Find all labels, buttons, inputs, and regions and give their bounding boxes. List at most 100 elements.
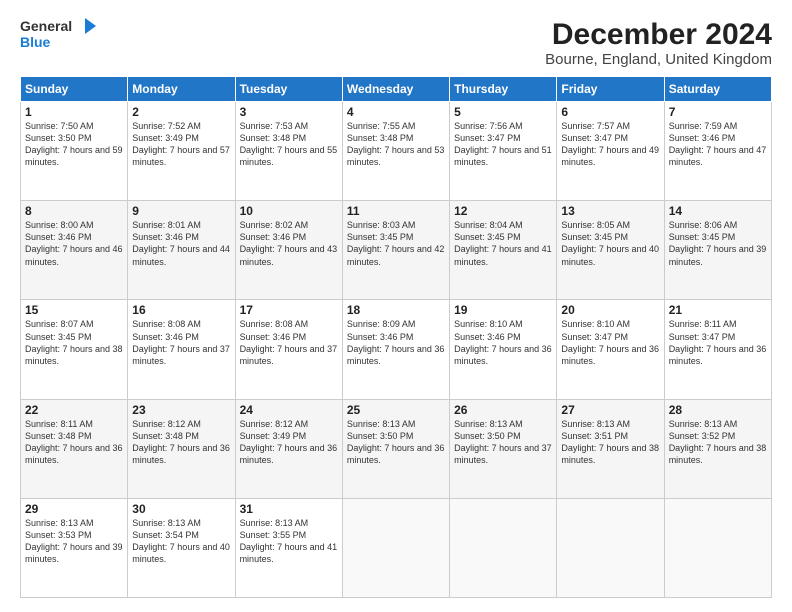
cell-info: Sunrise: 8:03 AMSunset: 3:45 PMDaylight:… xyxy=(347,219,445,268)
col-friday: Friday xyxy=(557,77,664,102)
day-number: 2 xyxy=(132,105,230,119)
cell-w1-d1: 1 Sunrise: 7:50 AMSunset: 3:50 PMDayligh… xyxy=(21,102,128,201)
cell-w1-d2: 2 Sunrise: 7:52 AMSunset: 3:49 PMDayligh… xyxy=(128,102,235,201)
day-number: 23 xyxy=(132,403,230,417)
calendar-table: Sunday Monday Tuesday Wednesday Thursday… xyxy=(20,76,772,598)
cell-info: Sunrise: 8:06 AMSunset: 3:45 PMDaylight:… xyxy=(669,219,767,268)
col-monday: Monday xyxy=(128,77,235,102)
cell-info: Sunrise: 8:12 AMSunset: 3:48 PMDaylight:… xyxy=(132,418,230,467)
cell-w4-d5: 26 Sunrise: 8:13 AMSunset: 3:50 PMDaylig… xyxy=(450,399,557,498)
cell-w3-d5: 19 Sunrise: 8:10 AMSunset: 3:46 PMDaylig… xyxy=(450,300,557,399)
cell-w2-d7: 14 Sunrise: 8:06 AMSunset: 3:45 PMDaylig… xyxy=(664,201,771,300)
cell-w2-d6: 13 Sunrise: 8:05 AMSunset: 3:45 PMDaylig… xyxy=(557,201,664,300)
cell-w2-d4: 11 Sunrise: 8:03 AMSunset: 3:45 PMDaylig… xyxy=(342,201,449,300)
cell-info: Sunrise: 8:11 AMSunset: 3:48 PMDaylight:… xyxy=(25,418,123,467)
day-number: 20 xyxy=(561,303,659,317)
main-title: December 2024 xyxy=(545,18,772,51)
cell-w2-d1: 8 Sunrise: 8:00 AMSunset: 3:46 PMDayligh… xyxy=(21,201,128,300)
cell-w5-d5 xyxy=(450,498,557,597)
cell-w5-d3: 31 Sunrise: 8:13 AMSunset: 3:55 PMDaylig… xyxy=(235,498,342,597)
cell-w5-d4 xyxy=(342,498,449,597)
day-number: 15 xyxy=(25,303,123,317)
cell-info: Sunrise: 8:04 AMSunset: 3:45 PMDaylight:… xyxy=(454,219,552,268)
day-number: 29 xyxy=(25,502,123,516)
cell-w3-d2: 16 Sunrise: 8:08 AMSunset: 3:46 PMDaylig… xyxy=(128,300,235,399)
cell-w1-d5: 5 Sunrise: 7:56 AMSunset: 3:47 PMDayligh… xyxy=(450,102,557,201)
cell-info: Sunrise: 8:13 AMSunset: 3:53 PMDaylight:… xyxy=(25,517,123,566)
day-number: 31 xyxy=(240,502,338,516)
cell-info: Sunrise: 8:08 AMSunset: 3:46 PMDaylight:… xyxy=(132,318,230,367)
day-number: 13 xyxy=(561,204,659,218)
cell-info: Sunrise: 8:13 AMSunset: 3:55 PMDaylight:… xyxy=(240,517,338,566)
cell-w5-d6 xyxy=(557,498,664,597)
cell-info: Sunrise: 8:12 AMSunset: 3:49 PMDaylight:… xyxy=(240,418,338,467)
week-row-2: 8 Sunrise: 8:00 AMSunset: 3:46 PMDayligh… xyxy=(21,201,772,300)
day-number: 22 xyxy=(25,403,123,417)
logo: General Blue xyxy=(20,18,96,52)
cell-w4-d2: 23 Sunrise: 8:12 AMSunset: 3:48 PMDaylig… xyxy=(128,399,235,498)
cell-w4-d1: 22 Sunrise: 8:11 AMSunset: 3:48 PMDaylig… xyxy=(21,399,128,498)
cell-w1-d4: 4 Sunrise: 7:55 AMSunset: 3:48 PMDayligh… xyxy=(342,102,449,201)
cell-info: Sunrise: 7:59 AMSunset: 3:46 PMDaylight:… xyxy=(669,120,767,169)
day-number: 6 xyxy=(561,105,659,119)
col-sunday: Sunday xyxy=(21,77,128,102)
cell-w4-d3: 24 Sunrise: 8:12 AMSunset: 3:49 PMDaylig… xyxy=(235,399,342,498)
cell-info: Sunrise: 8:13 AMSunset: 3:50 PMDaylight:… xyxy=(347,418,445,467)
cell-w2-d2: 9 Sunrise: 8:01 AMSunset: 3:46 PMDayligh… xyxy=(128,201,235,300)
cell-info: Sunrise: 8:00 AMSunset: 3:46 PMDaylight:… xyxy=(25,219,123,268)
cell-w1-d6: 6 Sunrise: 7:57 AMSunset: 3:47 PMDayligh… xyxy=(557,102,664,201)
day-number: 17 xyxy=(240,303,338,317)
cell-info: Sunrise: 8:07 AMSunset: 3:45 PMDaylight:… xyxy=(25,318,123,367)
day-number: 4 xyxy=(347,105,445,119)
header-row: Sunday Monday Tuesday Wednesday Thursday… xyxy=(21,77,772,102)
day-number: 9 xyxy=(132,204,230,218)
day-number: 26 xyxy=(454,403,552,417)
cell-w2-d5: 12 Sunrise: 8:04 AMSunset: 3:45 PMDaylig… xyxy=(450,201,557,300)
cell-info: Sunrise: 8:01 AMSunset: 3:46 PMDaylight:… xyxy=(132,219,230,268)
cell-w3-d6: 20 Sunrise: 8:10 AMSunset: 3:47 PMDaylig… xyxy=(557,300,664,399)
cell-w5-d7 xyxy=(664,498,771,597)
cell-info: Sunrise: 8:09 AMSunset: 3:46 PMDaylight:… xyxy=(347,318,445,367)
header: General Blue December 2024 Bourne, Engla… xyxy=(20,18,772,68)
cell-info: Sunrise: 7:55 AMSunset: 3:48 PMDaylight:… xyxy=(347,120,445,169)
cell-info: Sunrise: 7:50 AMSunset: 3:50 PMDaylight:… xyxy=(25,120,123,169)
cell-info: Sunrise: 8:13 AMSunset: 3:54 PMDaylight:… xyxy=(132,517,230,566)
cell-info: Sunrise: 8:08 AMSunset: 3:46 PMDaylight:… xyxy=(240,318,338,367)
cell-info: Sunrise: 8:02 AMSunset: 3:46 PMDaylight:… xyxy=(240,219,338,268)
title-block: December 2024 Bourne, England, United Ki… xyxy=(545,18,772,68)
day-number: 11 xyxy=(347,204,445,218)
cell-info: Sunrise: 8:05 AMSunset: 3:45 PMDaylight:… xyxy=(561,219,659,268)
cell-info: Sunrise: 8:10 AMSunset: 3:46 PMDaylight:… xyxy=(454,318,552,367)
day-number: 1 xyxy=(25,105,123,119)
week-row-1: 1 Sunrise: 7:50 AMSunset: 3:50 PMDayligh… xyxy=(21,102,772,201)
day-number: 19 xyxy=(454,303,552,317)
day-number: 14 xyxy=(669,204,767,218)
cell-info: Sunrise: 8:10 AMSunset: 3:47 PMDaylight:… xyxy=(561,318,659,367)
col-thursday: Thursday xyxy=(450,77,557,102)
cell-w4-d4: 25 Sunrise: 8:13 AMSunset: 3:50 PMDaylig… xyxy=(342,399,449,498)
logo-blue-text: Blue xyxy=(20,34,50,50)
day-number: 5 xyxy=(454,105,552,119)
page: General Blue December 2024 Bourne, Engla… xyxy=(0,0,792,612)
day-number: 10 xyxy=(240,204,338,218)
day-number: 27 xyxy=(561,403,659,417)
cell-w4-d6: 27 Sunrise: 8:13 AMSunset: 3:51 PMDaylig… xyxy=(557,399,664,498)
day-number: 8 xyxy=(25,204,123,218)
week-row-3: 15 Sunrise: 8:07 AMSunset: 3:45 PMDaylig… xyxy=(21,300,772,399)
cell-w3-d3: 17 Sunrise: 8:08 AMSunset: 3:46 PMDaylig… xyxy=(235,300,342,399)
cell-w5-d1: 29 Sunrise: 8:13 AMSunset: 3:53 PMDaylig… xyxy=(21,498,128,597)
cell-w1-d3: 3 Sunrise: 7:53 AMSunset: 3:48 PMDayligh… xyxy=(235,102,342,201)
cell-info: Sunrise: 8:13 AMSunset: 3:51 PMDaylight:… xyxy=(561,418,659,467)
day-number: 30 xyxy=(132,502,230,516)
logo-general-text: General xyxy=(20,18,72,34)
col-tuesday: Tuesday xyxy=(235,77,342,102)
cell-info: Sunrise: 8:13 AMSunset: 3:52 PMDaylight:… xyxy=(669,418,767,467)
cell-info: Sunrise: 8:13 AMSunset: 3:50 PMDaylight:… xyxy=(454,418,552,467)
day-number: 3 xyxy=(240,105,338,119)
cell-info: Sunrise: 8:11 AMSunset: 3:47 PMDaylight:… xyxy=(669,318,767,367)
day-number: 16 xyxy=(132,303,230,317)
week-row-4: 22 Sunrise: 8:11 AMSunset: 3:48 PMDaylig… xyxy=(21,399,772,498)
week-row-5: 29 Sunrise: 8:13 AMSunset: 3:53 PMDaylig… xyxy=(21,498,772,597)
logo-icon xyxy=(74,18,96,34)
day-number: 24 xyxy=(240,403,338,417)
